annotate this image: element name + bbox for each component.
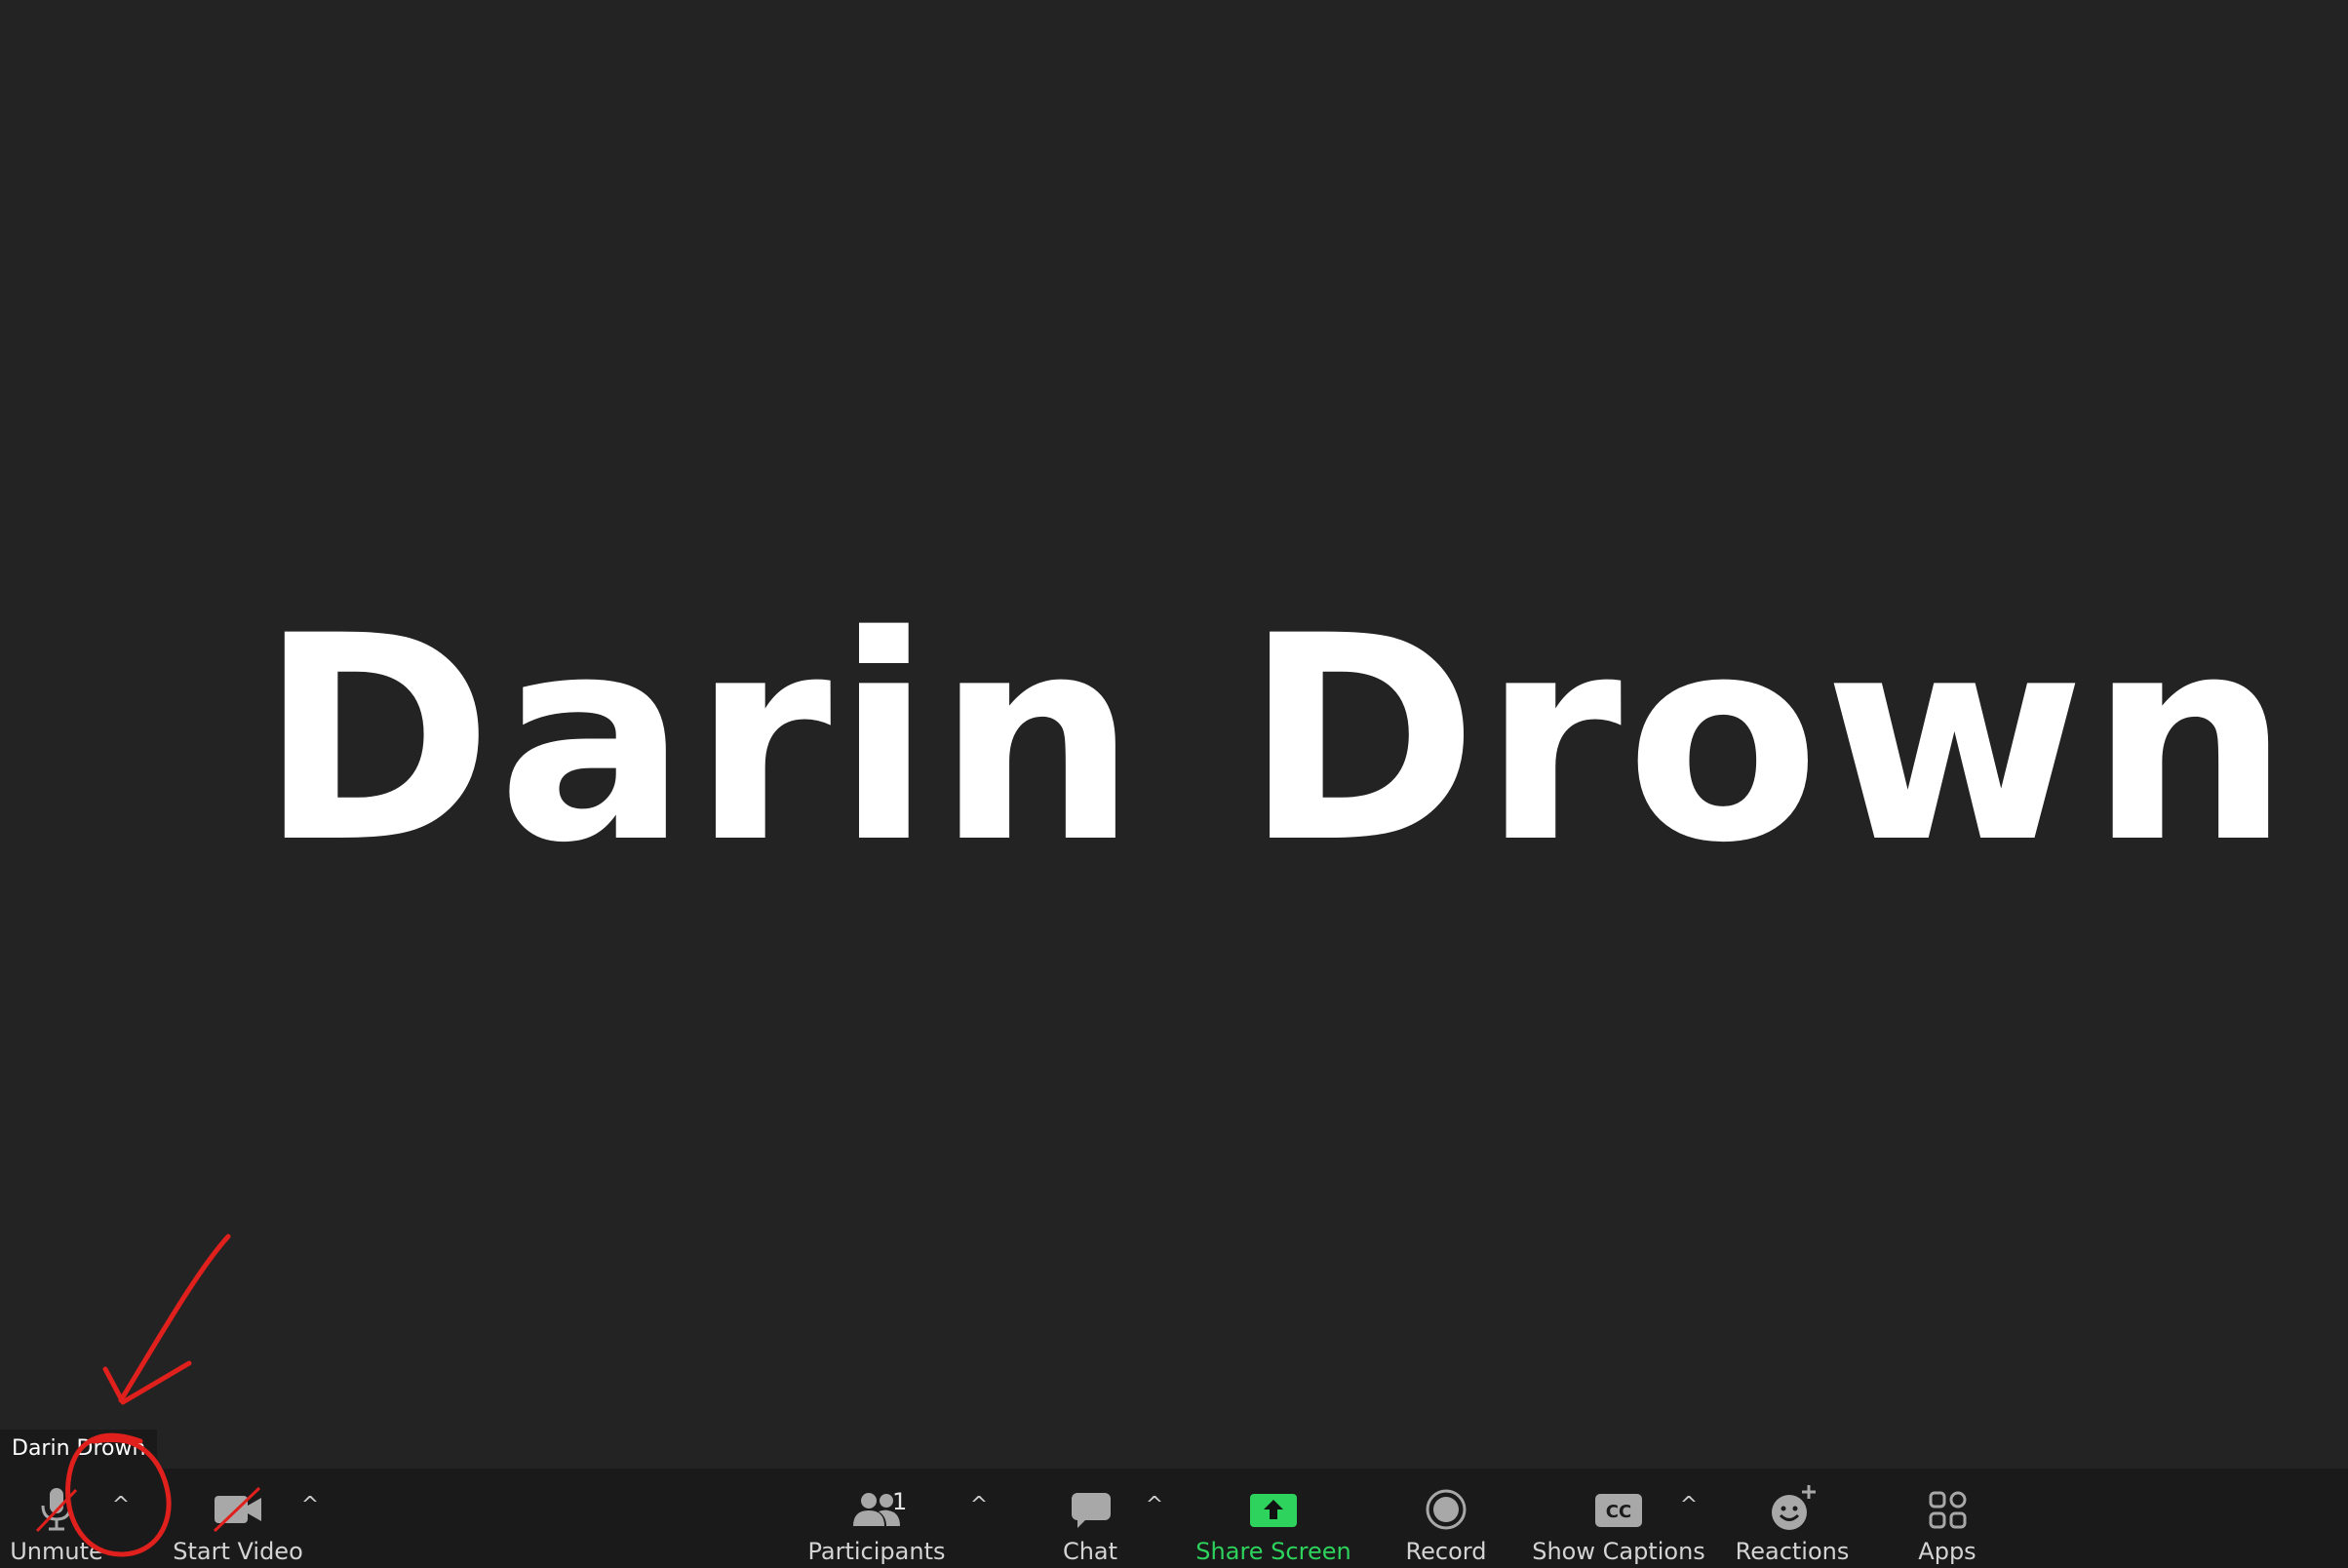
audio-options-caret-icon[interactable]: ^ <box>103 1488 138 1523</box>
start-video-button[interactable]: Start Video <box>170 1469 306 1568</box>
participants-button[interactable]: 1 Participants <box>805 1469 948 1568</box>
chat-options-caret-icon[interactable]: ^ <box>1137 1488 1172 1523</box>
share-screen-label: Share Screen <box>1195 1538 1351 1565</box>
record-label: Record <box>1405 1538 1487 1565</box>
meeting-toolbar: Unmute ^ Start Video ^ 1 Participants ^ <box>0 1469 2348 1568</box>
start-video-label: Start Video <box>173 1538 303 1565</box>
unmute-label: Unmute <box>10 1538 103 1565</box>
participants-icon: 1 <box>838 1478 916 1541</box>
share-screen-icon <box>1242 1478 1305 1541</box>
reactions-label: Reactions <box>1735 1538 1850 1565</box>
show-captions-label: Show Captions <box>1532 1538 1705 1565</box>
video-camera-off-icon <box>207 1478 269 1541</box>
reactions-button[interactable]: Reactions <box>1732 1469 1853 1568</box>
closed-captions-icon: CC <box>1587 1478 1650 1541</box>
participants-count: 1 <box>892 1488 908 1515</box>
record-button[interactable]: Record <box>1396 1469 1496 1568</box>
video-options-caret-icon[interactable]: ^ <box>293 1488 328 1523</box>
participant-name-tag: Darin Drown <box>0 1430 158 1469</box>
participants-label: Participants <box>807 1538 946 1565</box>
reactions-smiley-icon <box>1761 1478 1823 1541</box>
video-stage: Darin Drown <box>0 0 2348 1469</box>
unmute-button[interactable]: Unmute <box>6 1469 107 1568</box>
chat-label: Chat <box>1062 1538 1118 1565</box>
captions-options-caret-icon[interactable]: ^ <box>1671 1488 1706 1523</box>
record-icon <box>1415 1478 1477 1541</box>
chat-bubble-icon <box>1059 1478 1121 1541</box>
share-screen-button[interactable]: Share Screen <box>1195 1469 1351 1568</box>
apps-icon <box>1916 1478 1978 1541</box>
chat-button[interactable]: Chat <box>1049 1469 1131 1568</box>
participant-name-display: Darin Drown <box>258 576 2294 905</box>
apps-label: Apps <box>1918 1538 1976 1565</box>
microphone-muted-icon <box>25 1478 88 1541</box>
participants-options-caret-icon[interactable]: ^ <box>961 1488 997 1523</box>
apps-button[interactable]: Apps <box>1905 1469 1989 1568</box>
captions-icon-text: CC <box>1606 1502 1631 1522</box>
